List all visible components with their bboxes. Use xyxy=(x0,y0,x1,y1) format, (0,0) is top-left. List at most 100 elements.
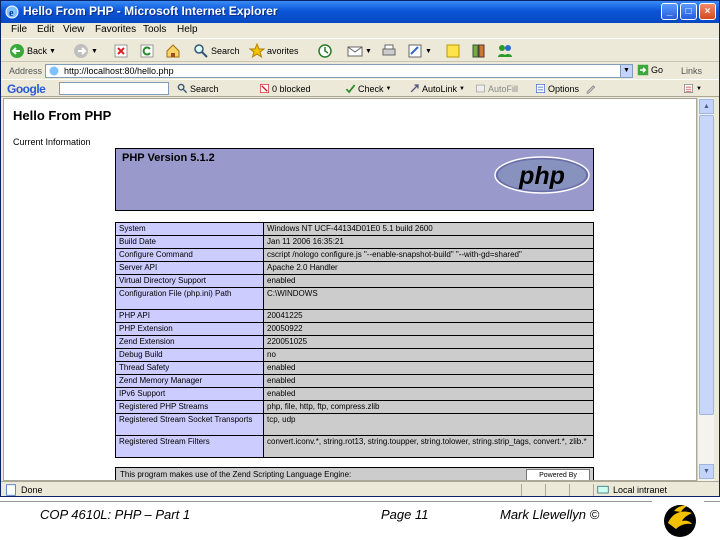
address-input[interactable]: http://localhost:80/hello.php ▼ xyxy=(45,64,633,78)
address-dropdown-icon[interactable]: ▼ xyxy=(620,65,632,77)
options-label: Options xyxy=(548,83,580,94)
menu-favorites[interactable]: Favorites xyxy=(95,24,136,35)
info-key-cell: Registered Stream Socket Transports xyxy=(115,413,264,436)
info-value-cell: enabled xyxy=(263,361,594,375)
maximize-button[interactable]: □ xyxy=(680,3,697,20)
status-divider xyxy=(521,484,522,496)
refresh-button[interactable] xyxy=(139,42,155,60)
options-icon xyxy=(535,83,546,94)
links-button[interactable]: Links xyxy=(681,66,702,76)
info-value-cell: Apache 2.0 Handler xyxy=(263,261,594,275)
menu-view[interactable]: View xyxy=(63,24,85,35)
info-key-cell: System xyxy=(115,222,264,236)
search-label: Search xyxy=(211,46,240,56)
php-logo-icon: php xyxy=(494,156,590,194)
printer-icon xyxy=(381,43,397,59)
scroll-up-icon[interactable]: ▲ xyxy=(699,99,714,114)
popup-blocked-label: 0 blocked xyxy=(272,83,311,94)
messenger-button[interactable] xyxy=(497,42,513,60)
info-table-row: Registered Stream Socket Transports tcp, … xyxy=(115,413,594,436)
info-value-cell: Jan 11 2006 16:35:21 xyxy=(263,235,594,249)
go-button[interactable]: Go xyxy=(637,64,663,76)
chevron-down-icon: ▼ xyxy=(365,47,372,55)
google-logo[interactable]: Google xyxy=(7,82,46,96)
menu-tools[interactable]: Tools xyxy=(143,24,166,35)
autofill-button[interactable]: AutoFill xyxy=(475,83,518,94)
google-options-button[interactable]: Options xyxy=(535,83,579,94)
chevron-down-icon: ▼ xyxy=(696,85,702,92)
info-key-cell: Debug Build xyxy=(115,348,264,362)
edit-icon xyxy=(407,43,423,59)
window-title: Hello From PHP - Microsoft Internet Expl… xyxy=(23,4,278,18)
check-icon xyxy=(345,83,356,94)
back-button[interactable]: Back ▼ xyxy=(9,42,56,60)
zend-footer-text: This program makes use of the Zend Scrip… xyxy=(120,470,352,479)
google-search-button[interactable]: Search xyxy=(177,83,219,94)
info-key-cell: Zend Memory Manager xyxy=(115,374,264,388)
toolbar-menu-button[interactable]: ▼ xyxy=(683,83,702,94)
search-icon xyxy=(177,83,188,94)
vertical-scrollbar[interactable]: ▲ ▼ xyxy=(697,98,714,481)
pencil-button[interactable] xyxy=(585,83,596,94)
page-heading: Hello From PHP xyxy=(13,108,112,123)
menu-edit[interactable]: Edit xyxy=(37,24,54,35)
search-button[interactable]: Search xyxy=(193,42,240,60)
scroll-down-icon[interactable]: ▼ xyxy=(699,464,714,479)
chevron-down-icon: ▼ xyxy=(425,47,432,55)
favorites-button[interactable]: avorites xyxy=(249,42,299,60)
chevron-down-icon: ▼ xyxy=(459,85,465,92)
go-label: Go xyxy=(651,65,664,75)
menu-file[interactable]: File xyxy=(11,24,27,35)
status-divider xyxy=(593,484,594,496)
check-label: Check xyxy=(358,83,384,94)
info-value-cell: 20050922 xyxy=(263,322,594,336)
info-table-row: Thread Safety enabled xyxy=(115,361,594,375)
info-value-cell: Windows NT UCF-44134D01E0 5.1 build 2600 xyxy=(263,222,594,236)
info-key-cell: Registered Stream Filters xyxy=(115,435,264,458)
home-button[interactable] xyxy=(165,42,181,60)
status-divider xyxy=(545,484,546,496)
close-button[interactable]: × xyxy=(699,3,716,20)
info-table-row: PHP API 20041225 xyxy=(115,309,594,323)
ie-logo-icon: e xyxy=(5,5,19,19)
print-button[interactable] xyxy=(381,42,397,60)
scroll-thumb[interactable] xyxy=(699,115,714,415)
messenger-icon xyxy=(497,43,513,59)
autofill-icon xyxy=(475,83,486,94)
autolink-button[interactable]: AutoLink ▼ xyxy=(409,83,465,94)
mail-button[interactable]: ▼ xyxy=(347,42,372,60)
popup-blocker-button[interactable]: 0 blocked xyxy=(259,83,311,94)
php-version-header: PHP Version 5.1.2 php xyxy=(115,148,594,211)
spell-check-button[interactable]: Check ▼ xyxy=(345,83,391,94)
autolink-icon xyxy=(409,83,420,94)
minimize-button[interactable]: _ xyxy=(661,3,678,20)
info-value-cell: php, file, http, ftp, compress.zlib xyxy=(263,400,594,414)
info-key-cell: Server API xyxy=(115,261,264,275)
address-label: Address xyxy=(9,66,43,76)
google-logo-text: Google xyxy=(7,82,46,96)
info-value-cell: enabled xyxy=(263,274,594,288)
edit-button[interactable]: ▼ xyxy=(407,42,432,60)
info-table-row: IPv6 Support enabled xyxy=(115,387,594,401)
discuss-button[interactable] xyxy=(445,42,461,60)
research-button[interactable] xyxy=(471,42,487,60)
forward-button[interactable]: ▼ xyxy=(73,42,98,60)
info-key-cell: Virtual Directory Support xyxy=(115,274,264,288)
stop-button[interactable] xyxy=(113,42,129,60)
google-toolbar: Google Search 0 blocked Check ▼ AutoLink… xyxy=(1,79,719,97)
svg-text:e: e xyxy=(9,8,14,19)
chevron-down-icon: ▼ xyxy=(49,47,56,55)
google-search-input[interactable] xyxy=(59,82,169,95)
go-arrow-icon xyxy=(637,64,649,76)
info-value-cell: 220051025 xyxy=(263,335,594,349)
history-button[interactable] xyxy=(317,42,333,60)
info-value-cell: no xyxy=(263,348,594,362)
info-value-cell: C:\WINDOWS xyxy=(263,287,594,310)
php-logo-text: php xyxy=(518,162,565,190)
mail-icon xyxy=(347,43,363,59)
info-table-row: Build Date Jan 11 2006 16:35:21 xyxy=(115,235,594,249)
ucf-pegasus-logo xyxy=(652,497,704,540)
address-bar: Address http://localhost:80/hello.php ▼ … xyxy=(1,63,719,79)
forward-arrow-icon xyxy=(73,43,89,59)
menu-help[interactable]: Help xyxy=(177,24,198,35)
